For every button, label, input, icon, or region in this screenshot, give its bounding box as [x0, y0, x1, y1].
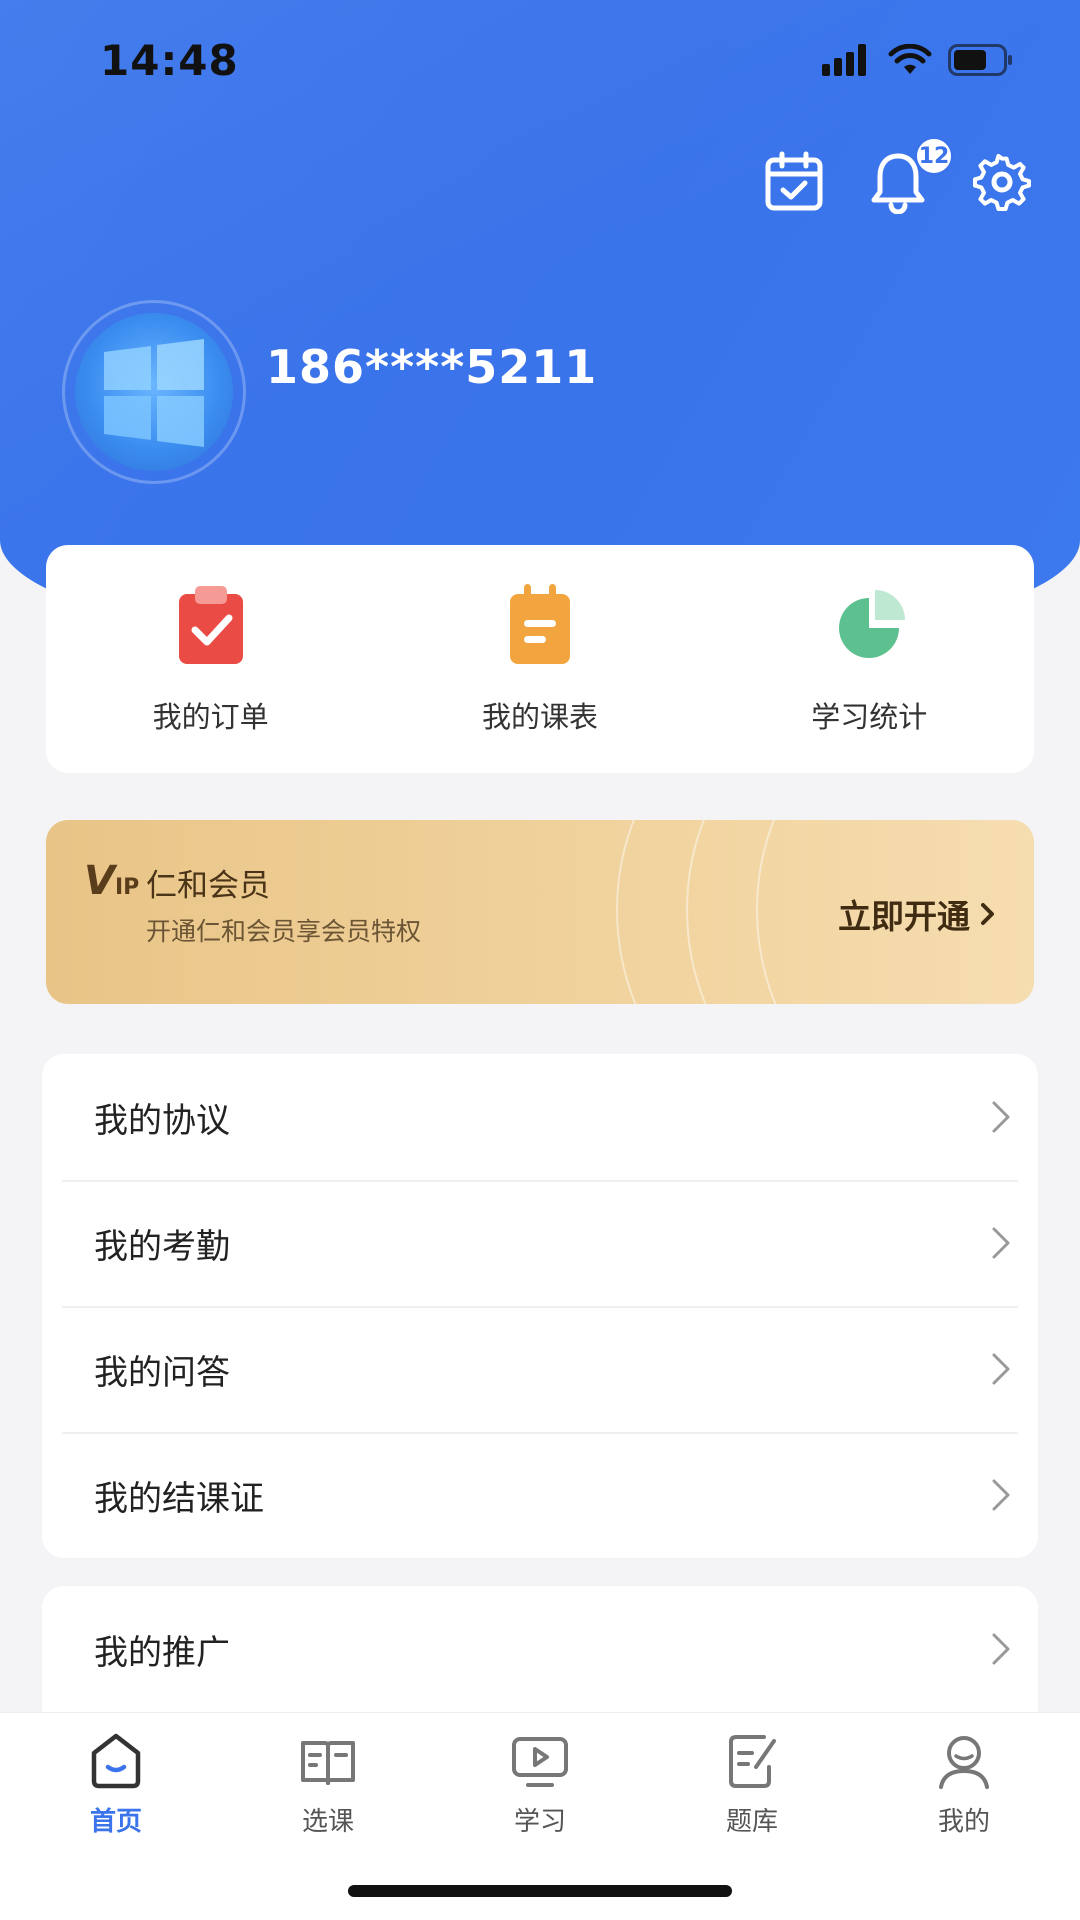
- header-actions: 12: [764, 136, 1032, 215]
- avatar[interactable]: [62, 300, 246, 484]
- chevron-right-icon: [992, 1227, 1010, 1259]
- menu-item-agreements[interactable]: 我的协议: [42, 1054, 1038, 1180]
- quick-item-schedule[interactable]: 我的课表: [420, 582, 660, 736]
- vip-banner[interactable]: VIP 仁和会员 开通仁和会员享会员特权 立即开通: [46, 820, 1034, 1004]
- order-clipboard-icon: [178, 586, 243, 664]
- chevron-right-icon: [992, 1101, 1010, 1133]
- gear-icon: [972, 153, 1032, 212]
- tab-learning[interactable]: 学习: [455, 1731, 625, 1838]
- avatar-image: [75, 313, 233, 471]
- chevron-right-icon: [992, 1633, 1010, 1665]
- vip-activate-label: 立即开通: [838, 897, 970, 936]
- tab-home[interactable]: 首页: [31, 1731, 201, 1838]
- home-indicator: [348, 1885, 732, 1897]
- status-icons: [822, 44, 1014, 76]
- chevron-right-icon: [981, 903, 994, 925]
- menu-item-attendance[interactable]: 我的考勤: [42, 1180, 1038, 1306]
- windows-logo-icon: [104, 339, 204, 447]
- calendar-button[interactable]: [764, 150, 824, 214]
- tab-label: 我的: [937, 1807, 990, 1837]
- chevron-right-icon: [992, 1479, 1010, 1511]
- vip-logo: VIP: [84, 858, 139, 904]
- tab-label: 题库: [725, 1807, 778, 1837]
- user-profile[interactable]: 186****5211: [62, 300, 597, 484]
- tab-label: 首页: [89, 1807, 142, 1837]
- menu-label: 我的结课证: [94, 1478, 264, 1519]
- user-icon: [939, 1736, 989, 1789]
- calendar-check-icon: [765, 151, 823, 211]
- tab-question-bank[interactable]: 题库: [667, 1731, 837, 1838]
- tab-label: 学习: [513, 1807, 566, 1837]
- battery-icon: [948, 44, 1012, 76]
- vip-logo-suffix: IP: [114, 875, 140, 900]
- vip-logo-v: V: [84, 858, 115, 904]
- vip-activate-button[interactable]: 立即开通: [838, 890, 996, 938]
- vip-subtitle: 开通仁和会员享会员特权: [146, 917, 422, 946]
- quick-item-stats[interactable]: 学习统计: [749, 582, 989, 736]
- tab-courses[interactable]: 选课: [243, 1731, 413, 1838]
- menu-label: 我的推广: [94, 1632, 230, 1673]
- menu-label: 我的考勤: [94, 1226, 230, 1267]
- schedule-notepad-icon: [509, 584, 570, 664]
- cellular-signal-icon: [822, 44, 866, 76]
- notification-badge: 12: [914, 136, 954, 176]
- notification-button[interactable]: 12: [868, 136, 954, 215]
- settings-button[interactable]: [972, 150, 1032, 214]
- menu-group-main: 我的协议 我的考勤 我的问答 我的结课证: [42, 1054, 1038, 1558]
- tab-label: 选课: [301, 1807, 354, 1837]
- document-edit-icon: [729, 1735, 776, 1788]
- menu-label: 我的问答: [94, 1352, 230, 1393]
- open-book-icon: [301, 1741, 355, 1785]
- quick-label-schedule: 我的课表: [481, 700, 598, 734]
- user-phone: 186****5211: [266, 340, 598, 394]
- menu-item-promotion[interactable]: 我的推广: [42, 1586, 1038, 1712]
- tab-mine[interactable]: 我的: [879, 1731, 1049, 1838]
- quick-access-card: 我的订单 我的课表 学习统计: [46, 545, 1034, 773]
- quick-item-orders[interactable]: 我的订单: [91, 582, 331, 736]
- status-time: 14:48: [100, 36, 239, 85]
- home-icon: [91, 1733, 141, 1789]
- vip-title: 仁和会员: [146, 868, 270, 904]
- quick-label-stats: 学习统计: [811, 700, 928, 734]
- status-bar: 14:48: [0, 0, 1080, 120]
- chevron-right-icon: [992, 1353, 1010, 1385]
- pie-chart-icon: [839, 590, 906, 658]
- quick-label-orders: 我的订单: [152, 700, 269, 734]
- wifi-icon: [888, 44, 932, 74]
- menu-item-certificates[interactable]: 我的结课证: [42, 1432, 1038, 1558]
- menu-label: 我的协议: [94, 1100, 230, 1141]
- menu-item-qa[interactable]: 我的问答: [42, 1306, 1038, 1432]
- video-play-icon: [512, 1737, 568, 1787]
